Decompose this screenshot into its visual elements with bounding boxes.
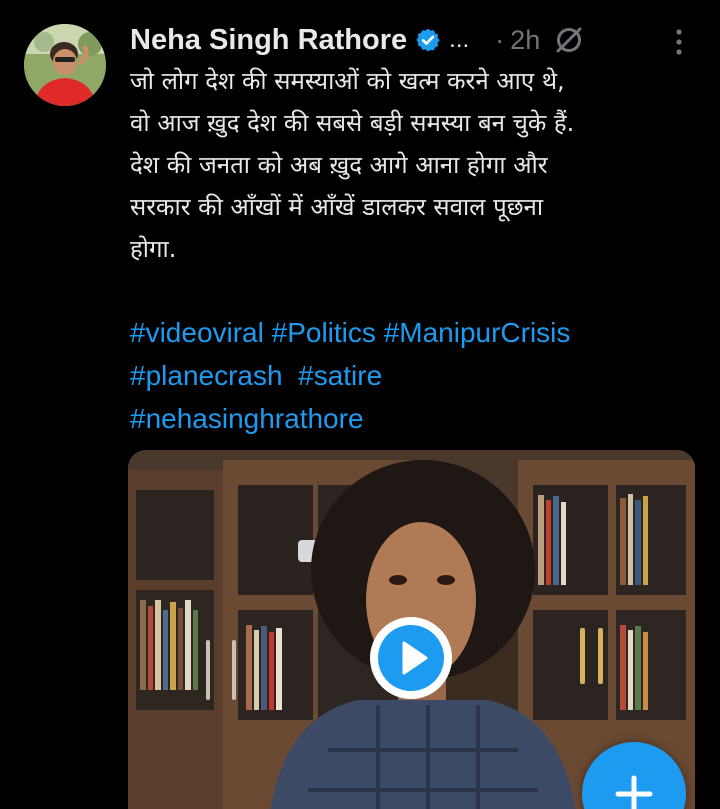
name-overflow: ... xyxy=(449,26,470,53)
plus-icon xyxy=(615,775,653,809)
hashtag-link[interactable]: #Politics xyxy=(272,317,376,348)
tweet-header: Neha Singh Rathore ... · 2h xyxy=(130,20,584,60)
tweet-line: देश की जनता को अब ख़ुद आगे आना होगा और xyxy=(130,151,548,179)
hashtag-link[interactable]: #nehasinghrathore xyxy=(130,403,364,434)
avatar[interactable] xyxy=(24,24,106,106)
verified-badge-icon xyxy=(415,27,441,53)
hashtag-link[interactable]: #planecrash xyxy=(130,360,283,391)
tweet-line: वो आज ख़ुद देश की सबसे बड़ी समस्या बन चु… xyxy=(130,109,575,137)
vertical-dots-icon[interactable] xyxy=(669,27,689,57)
hashtag-link[interactable]: #satire xyxy=(298,360,382,391)
grok-slash-icon[interactable] xyxy=(554,25,584,55)
author-name[interactable]: Neha Singh Rathore xyxy=(130,24,407,57)
play-button[interactable] xyxy=(370,617,452,699)
avatar-image xyxy=(24,24,106,106)
hashtags: #videoviral #Politics #ManipurCrisis #pl… xyxy=(130,311,700,440)
timestamp[interactable]: 2h xyxy=(510,25,540,56)
tweet-line: जो लोग देश की समस्याओं को खत्म करने आए थ… xyxy=(130,67,565,95)
tweet-line: होगा. xyxy=(130,235,177,263)
compose-button[interactable] xyxy=(582,742,686,809)
tweet[interactable]: Neha Singh Rathore ... · 2h जो लोग देश क… xyxy=(0,0,720,809)
tweet-line: सरकार की आँखों में आँखें डालकर सवाल पूछन… xyxy=(130,193,544,221)
hashtag-link[interactable]: #videoviral xyxy=(130,317,264,348)
play-icon xyxy=(378,625,444,691)
tweet-text: जो लोग देश की समस्याओं को खत्म करने आए थ… xyxy=(130,60,700,270)
hashtag-link[interactable]: #ManipurCrisis xyxy=(384,317,571,348)
meta-separator: · xyxy=(495,24,505,55)
